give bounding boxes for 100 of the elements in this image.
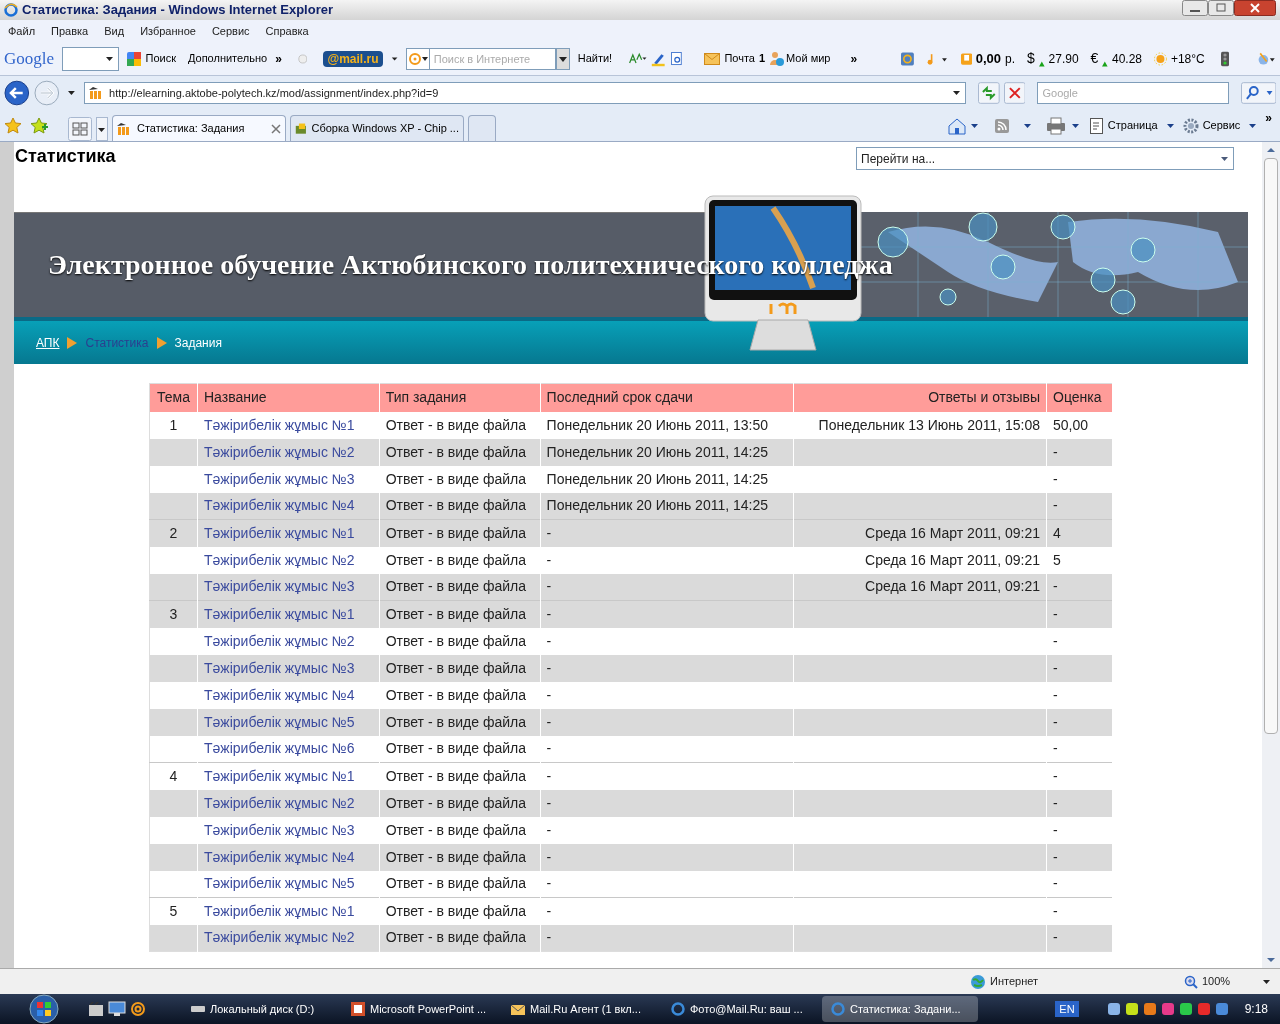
dropdown-caret-icon[interactable] (555, 47, 570, 70)
tab-grid-icon[interactable] (68, 117, 92, 141)
star-icon[interactable] (4, 116, 22, 135)
taskbar-button[interactable]: Фото@Mail.Ru: ваш ... (662, 996, 818, 1022)
dropdown-caret-icon[interactable] (96, 117, 108, 141)
back-icon[interactable] (4, 80, 30, 106)
jump-menu[interactable]: Перейти на... (856, 147, 1234, 170)
assignment-link[interactable]: Тәжірибелік жұмыс №1 (203, 416, 355, 433)
refresh-icon[interactable] (978, 82, 1000, 104)
assignment-link[interactable]: Тәжірибелік жұмыс №3 (203, 659, 355, 676)
find-button[interactable]: Найти! (573, 50, 617, 67)
assignment-link[interactable]: Тәжірибелік жұмыс №3 (203, 578, 355, 595)
taskbar-button[interactable]: Microsoft PowerPoint ... (342, 996, 498, 1022)
table-cell: Понедельник 20 Июнь 2011, 14:25 (546, 470, 769, 487)
chevron-icon[interactable]: » (275, 49, 282, 68)
assignment-link[interactable]: Тәжірибелік жұмыс №2 (203, 551, 355, 568)
menu-item[interactable]: Файл (8, 22, 36, 40)
restore-icon[interactable] (1208, 0, 1234, 16)
taskbar-button[interactable]: Статистика: Задани... (822, 996, 978, 1022)
taskbar-button[interactable]: Mail.Ru Агент (1 вкл... (502, 996, 658, 1022)
menu-item[interactable]: Избранное (140, 22, 196, 40)
desktop-icon[interactable] (108, 1001, 126, 1017)
home-icon[interactable] (947, 116, 978, 135)
dropdown-caret-icon[interactable] (1262, 977, 1272, 986)
taskbar-button[interactable]: Локальный диск (D:) (182, 996, 338, 1022)
assignment-link[interactable]: Тәжірибелік жұмыс №1 (203, 767, 355, 784)
search-field[interactable]: Google (1037, 82, 1229, 104)
breadcrumb-current: Задания (174, 334, 222, 352)
page-menu-button[interactable]: Страница (1089, 117, 1158, 134)
assignment-link[interactable]: Тәжірибелік жұмыс №4 (203, 497, 355, 514)
chevron-icon[interactable]: » (850, 49, 858, 68)
add-favorite-icon[interactable] (30, 116, 48, 135)
breadcrumb-link[interactable]: АПК (36, 333, 60, 352)
menu-item[interactable]: Справка (265, 22, 309, 40)
table-cell: Ответ - в виде файла (385, 524, 526, 541)
assignment-link[interactable]: Тәжірибелік жұмыс №1 (203, 524, 355, 541)
assignment-link[interactable]: Тәжірибелік жұмыс №3 (203, 821, 355, 838)
assignment-link[interactable]: Тәжірибелік жұмыс №2 (203, 929, 355, 946)
my-world-button[interactable]: Мой мир (769, 50, 831, 67)
column-header[interactable]: Тип задания (379, 383, 541, 412)
search-engine-icon[interactable] (405, 47, 430, 70)
table-cell: Ответ - в виде файла (385, 740, 526, 757)
chevron-icon[interactable]: » (1265, 108, 1272, 127)
assignment-link[interactable]: Тәжірибелік жұмыс №3 (203, 470, 355, 487)
web-search-field[interactable]: Поиск в Интернете (429, 47, 556, 70)
assignment-link[interactable]: Тәжірибелік жұмыс №2 (203, 632, 355, 649)
table-cell: Ответ - в виде файла (385, 794, 526, 811)
scrollbar[interactable] (1262, 142, 1280, 968)
table-cell: Ответ - в виде файла (385, 416, 526, 433)
assignment-link[interactable]: Тәжірибелік жұмыс №4 (203, 686, 355, 703)
column-header[interactable]: Ответы и отзывы (793, 383, 1047, 412)
column-header[interactable]: Тема (149, 383, 198, 412)
more-button[interactable]: Дополнительно (183, 50, 272, 67)
minimize-icon[interactable] (1182, 0, 1208, 16)
tools-menu-button[interactable]: Сервис (1182, 117, 1241, 134)
assignment-link[interactable]: Тәжірибелік жұмыс №2 (203, 443, 355, 460)
assignment-link[interactable]: Тәжірибелік жұмыс №6 (203, 740, 355, 757)
stop-icon[interactable] (1003, 82, 1026, 104)
table-cell: Понедельник 13 Июнь 2011, 15:08 (818, 416, 1041, 433)
dropdown-caret-icon[interactable] (1248, 121, 1258, 130)
feed-icon[interactable] (993, 116, 1034, 135)
search-icon[interactable] (1240, 82, 1276, 104)
browser-tab[interactable]: Статистика: Задания (112, 115, 286, 141)
table-cell: - (1053, 794, 1058, 811)
assignment-link[interactable]: Тәжірибелік жұмыс №1 (203, 902, 355, 919)
table-cell: - (1053, 902, 1058, 919)
assignment-link[interactable]: Тәжірибелік жұмыс №5 (203, 713, 355, 730)
dropdown-caret-icon[interactable] (67, 89, 77, 97)
browser-tab[interactable]: Сборка Windows XP - Chip ... (290, 115, 464, 141)
topic-number: 3 (169, 605, 178, 622)
print-icon[interactable] (1045, 116, 1082, 135)
language-indicator[interactable]: EN (1055, 1000, 1079, 1018)
mail-button[interactable]: Почта (704, 50, 755, 67)
google-search-field[interactable] (62, 46, 120, 71)
menu-item[interactable]: Вид (104, 22, 125, 40)
scrollbar-thumb[interactable] (1264, 158, 1278, 734)
close-icon[interactable] (271, 123, 281, 134)
search-button[interactable]: Поиск (123, 50, 180, 67)
table-cell: Ответ - в виде файла (385, 443, 526, 460)
table-cell: - (546, 929, 552, 946)
close-icon[interactable] (1234, 0, 1276, 16)
table-cell: 50,00 (1053, 416, 1089, 433)
zoom-button[interactable]: 100% (1184, 973, 1231, 990)
media-icon[interactable] (88, 1001, 104, 1017)
dropdown-caret-icon[interactable] (390, 54, 398, 63)
page-search-icon[interactable] (669, 49, 685, 68)
column-header[interactable]: Последний срок сдачи (540, 383, 794, 412)
table-cell: - (1053, 443, 1058, 460)
assignment-link[interactable]: Тәжірибелік жұмыс №5 (203, 875, 355, 892)
menu-item[interactable]: Сервис (211, 22, 250, 40)
column-header[interactable]: Оценка (1046, 383, 1113, 412)
table-cell: - (1053, 821, 1058, 838)
assignment-link[interactable]: Тәжірибелік жұмыс №1 (203, 605, 355, 622)
traffic-light-icon (1220, 49, 1229, 68)
dropdown-caret-icon[interactable] (1165, 121, 1175, 130)
menu-item[interactable]: Правка (51, 22, 89, 40)
column-header[interactable]: Название (197, 383, 380, 412)
assignment-link[interactable]: Тәжірибелік жұмыс №2 (203, 794, 355, 811)
assignment-link[interactable]: Тәжірибелік жұмыс №4 (203, 848, 355, 865)
address-field[interactable]: http://elearning.aktobe-polytech.kz/mod/assignment/index.php?id=9 (84, 82, 967, 104)
